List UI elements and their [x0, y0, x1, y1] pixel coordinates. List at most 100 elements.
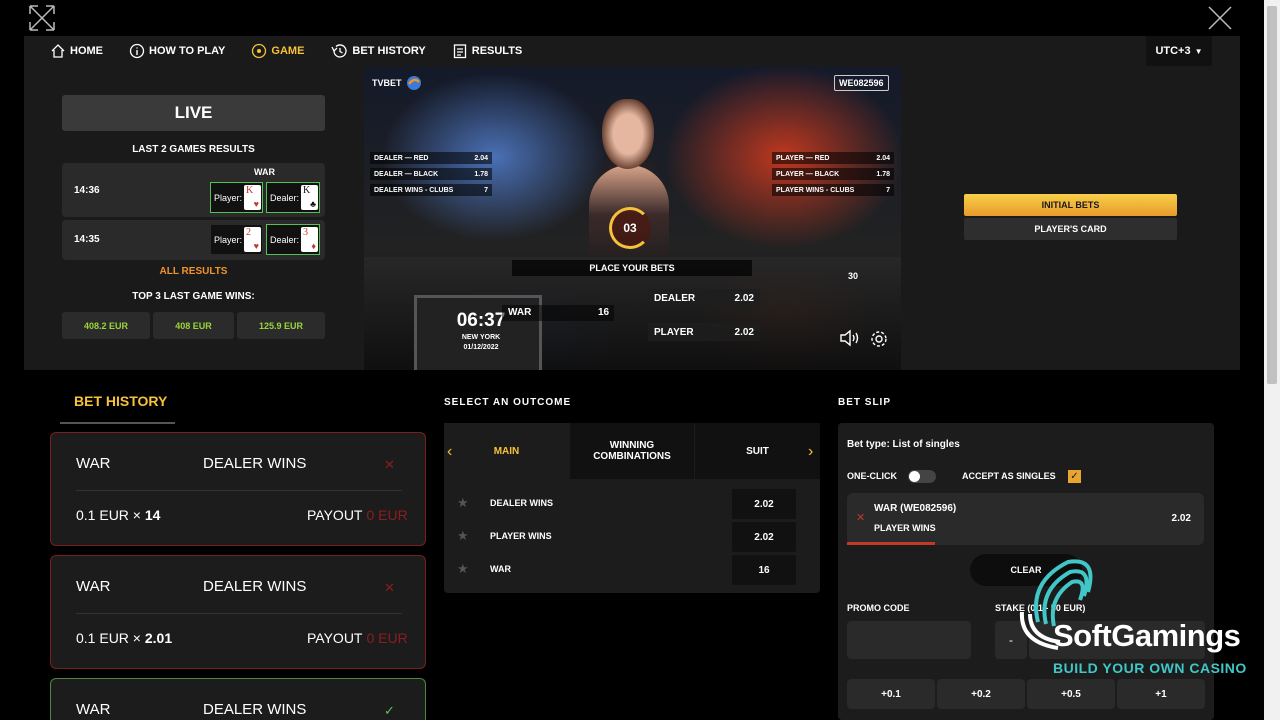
card-rank: 2 — [246, 227, 252, 238]
tab-winning-combinations-label: WINNING COMBINATIONS — [593, 440, 671, 462]
odds-label: PLAYER WINS - CLUBS — [776, 186, 855, 194]
video-odds-line: PLAYER — BLACK 1.78 — [772, 168, 894, 180]
results-icon — [453, 44, 466, 59]
scrollbar-thumb[interactable] — [1267, 6, 1277, 384]
odds-label: DEALER — BLACK — [374, 170, 439, 178]
bet-slip-title: BET SLIP — [838, 397, 892, 408]
expand-icon[interactable] — [28, 4, 56, 32]
nav-bet-history-label: BET HISTORY — [352, 45, 426, 57]
payout-label: PAYOUT — [307, 630, 363, 646]
clock-city: NEW YORK — [461, 334, 501, 341]
nav-how-to-play[interactable]: HOW TO PLAY — [129, 36, 225, 66]
dealer-label: Dealer: — [270, 192, 300, 203]
odds-label: PLAYER — BLACK — [776, 170, 840, 178]
stake-chip-button[interactable]: +1 — [1117, 679, 1205, 709]
payout-value: 0 EUR — [366, 507, 408, 523]
accept-singles-checkbox[interactable]: ✓ — [1068, 470, 1081, 483]
bet-game: WAR — [76, 701, 111, 718]
outcome-name: WAR — [490, 564, 511, 574]
slip-item-progress — [847, 542, 935, 545]
star-icon[interactable]: ★ — [457, 561, 469, 577]
won-icon: ✓ — [384, 703, 395, 718]
odds-value: 2.04 — [876, 154, 890, 162]
nav-game[interactable]: GAME — [251, 36, 304, 66]
player-bar-label: PLAYER — [654, 326, 694, 338]
top-wins-title: TOP 3 LAST GAME WINS: — [132, 291, 255, 302]
lost-icon: ✕ — [384, 580, 395, 595]
tab-main[interactable]: MAIN — [444, 423, 569, 479]
promo-input[interactable] — [847, 621, 971, 659]
slip-item-title: WAR (WE082596) — [874, 503, 957, 514]
nav-bet-history[interactable]: BET HISTORY — [330, 36, 426, 66]
speaker-icon[interactable] — [839, 329, 861, 347]
chevron-right-icon[interactable]: › — [808, 443, 813, 461]
stake-chip-button[interactable]: +0.5 — [1027, 679, 1115, 709]
bet-slip-item: ✕ WAR (WE082596) PLAYER WINS 2.02 — [847, 493, 1204, 545]
all-results-link[interactable]: ALL RESULTS — [62, 266, 325, 277]
place-bets-banner: PLACE YOUR BETS — [512, 260, 752, 276]
club-icon: ♣ — [310, 199, 317, 209]
diamond-icon: ♦ — [311, 241, 317, 251]
heart-icon: ♥ — [253, 199, 260, 209]
slip-item-odd: 2.02 — [1171, 513, 1191, 524]
tab-suit-label: SUIT — [746, 445, 769, 457]
outcome-odd-button[interactable]: 2.02 — [732, 489, 796, 519]
playing-card: K ♣ — [301, 185, 319, 210]
player-bar-value: 2.02 — [734, 326, 754, 338]
outcome-row[interactable]: ★ PLAYER WINS 2.02 — [444, 520, 820, 553]
chevron-left-icon[interactable]: ‹ — [447, 443, 452, 461]
outcome-row[interactable]: ★ WAR 16 — [444, 553, 820, 586]
video-odds-line: PLAYER WINS - CLUBS 7 — [772, 184, 894, 196]
tab-winning-combinations[interactable]: WINNING COMBINATIONS — [570, 423, 694, 479]
stake-chip-button[interactable]: +0.2 — [937, 679, 1025, 709]
bet-stake-amount: 0.1 EUR × — [76, 507, 141, 523]
nav-results[interactable]: RESULTS — [452, 36, 522, 66]
divider — [76, 613, 402, 614]
heart-icon: ♥ — [253, 241, 260, 251]
initial-bets-tab[interactable]: INITIAL BETS — [964, 194, 1177, 216]
close-icon[interactable] — [1206, 4, 1234, 32]
bet-stake: 0.1 EUR × 14 — [76, 507, 160, 523]
odds-value: 7 — [484, 186, 488, 194]
bet-history-tab[interactable]: BET HISTORY — [60, 393, 175, 424]
outcome-odd-button[interactable]: 16 — [732, 555, 796, 585]
nav-home[interactable]: HOME — [50, 36, 103, 66]
tab-main-label: MAIN — [493, 445, 520, 457]
timezone-select[interactable]: UTC+3 ▼ — [1146, 36, 1212, 66]
dealer-bar-label: DEALER — [654, 292, 696, 304]
star-icon[interactable]: ★ — [457, 495, 469, 511]
outcome-odd-button[interactable]: 2.02 — [732, 522, 796, 552]
top-win-chip: 408.2 EUR — [62, 312, 150, 339]
card-rank: K — [303, 185, 311, 196]
nav-home-label: HOME — [70, 45, 103, 57]
payout-label: PAYOUT — [307, 507, 363, 523]
outcome-title: SELECT AN OUTCOME — [444, 397, 572, 408]
clock-date: 01/12/2022 — [463, 344, 499, 351]
softgamings-brand: SoftGamings — [1053, 618, 1241, 653]
playing-card: K ♥ — [244, 185, 262, 210]
dealer-head — [602, 99, 654, 169]
result-row: WAR 14:36 Player: K ♥ Dealer: K ♣ — [62, 163, 325, 217]
bet-history-card: WAR DEALER WINS ✕ 0.1 EUR × 2.01 PAYOUT 0… — [50, 555, 426, 669]
tab-suit[interactable]: SUIT — [695, 423, 820, 479]
players-card-tab[interactable]: PLAYER'S CARD — [964, 218, 1177, 240]
nav-game-label: GAME — [271, 45, 305, 57]
dealer-bar-value: 2.02 — [734, 292, 754, 304]
top-nav: HOME HOW TO PLAY GAME BET HISTORY RESULT… — [24, 36, 1240, 66]
bet-outcome: DEALER WINS — [203, 455, 307, 472]
game-id-badge: WE082596 — [834, 75, 889, 91]
bet-stake-amount: 0.1 EUR × — [76, 630, 141, 646]
bet-odds: 2.01 — [144, 630, 173, 646]
player-card-box: Player: 2 ♥ — [210, 224, 263, 255]
one-click-toggle[interactable] — [908, 470, 936, 483]
stake-chip-button[interactable]: +0.1 — [847, 679, 935, 709]
gear-icon[interactable] — [869, 329, 889, 349]
outcome-row[interactable]: ★ DEALER WINS 2.02 — [444, 487, 820, 520]
dealer-label: Dealer: — [270, 234, 300, 245]
remove-icon[interactable]: ✕ — [856, 511, 865, 524]
bet-history-card: WAR DEALER WINS ✓ — [50, 678, 426, 720]
odds-value: 7 — [886, 186, 890, 194]
odds-label: DEALER WINS - CLUBS — [374, 186, 454, 194]
last-results-title: LAST 2 GAMES RESULTS — [132, 144, 255, 155]
star-icon[interactable]: ★ — [457, 528, 469, 544]
